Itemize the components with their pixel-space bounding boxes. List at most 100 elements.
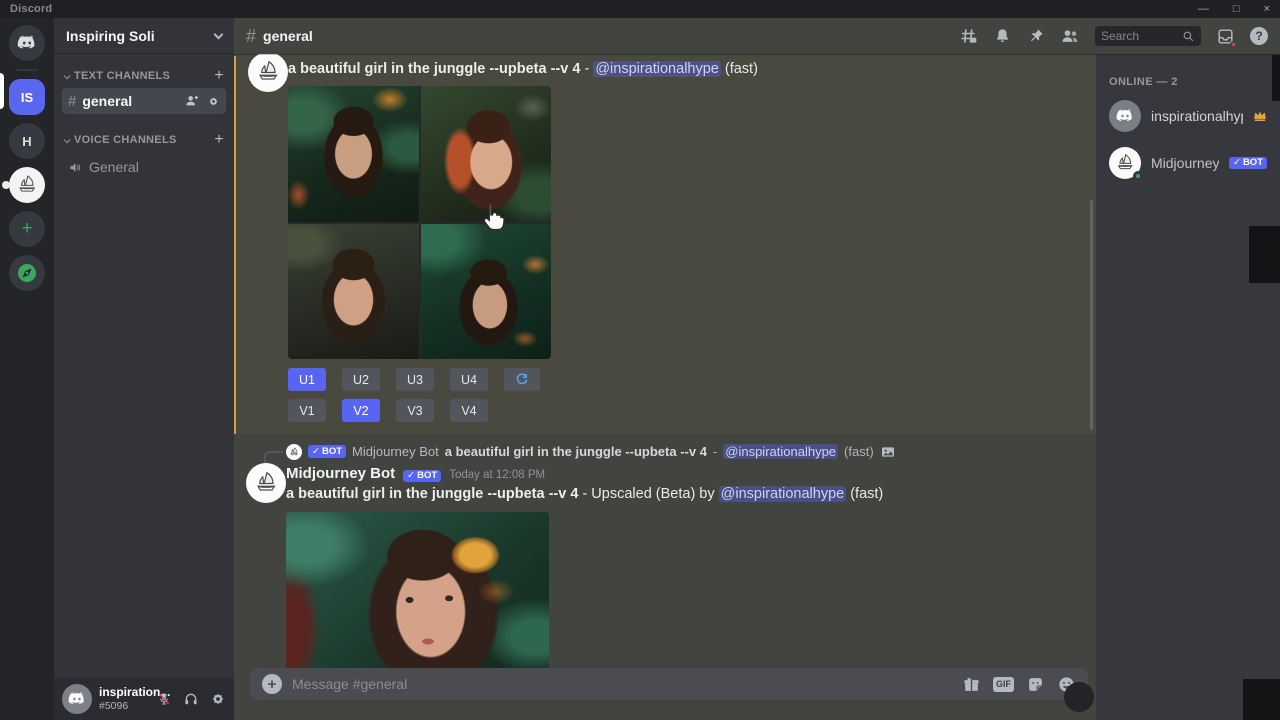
sticker-icon[interactable] — [1026, 675, 1045, 694]
hash-icon: # — [246, 26, 256, 47]
help-icon[interactable]: ? — [1250, 27, 1268, 45]
upscale-3-button[interactable]: U3 — [396, 368, 434, 391]
variation-1-button[interactable]: V1 — [288, 399, 326, 422]
user-mention[interactable]: @inspirationalhype — [719, 486, 847, 502]
avatar[interactable] — [248, 54, 288, 92]
bot-badge: ✓BOT — [403, 470, 441, 483]
add-channel-button[interactable]: + — [214, 134, 224, 146]
avatar[interactable] — [62, 684, 92, 714]
explore-servers-button[interactable] — [9, 255, 45, 291]
home-button[interactable] — [9, 25, 45, 61]
notifications-bell-icon[interactable] — [993, 27, 1012, 46]
create-invite-icon[interactable] — [185, 94, 199, 108]
reroll-button[interactable] — [504, 368, 540, 391]
search-icon — [1182, 30, 1195, 43]
server-name: Inspiring Soli — [66, 28, 155, 44]
prompt-text: a beautiful girl in the junggle --upbeta… — [288, 61, 580, 77]
reply-author[interactable]: Midjourney Bot — [352, 444, 439, 459]
user-panel: inspiration... #5096 — [54, 678, 234, 720]
headphones-icon[interactable] — [183, 691, 199, 707]
server-header[interactable]: Inspiring Soli — [54, 18, 234, 54]
screen-artifact — [1249, 226, 1280, 283]
channel-title: general — [263, 28, 313, 44]
upscale-1-button[interactable]: U1 — [288, 368, 326, 391]
chat-area: a beautiful girl in the junggle --upbeta… — [234, 54, 1096, 720]
timestamp: Today at 12:08 PM — [449, 469, 545, 481]
avatar — [1109, 100, 1141, 132]
channel-item-general[interactable]: # general — [62, 88, 226, 114]
add-attachment-icon[interactable]: + — [262, 674, 282, 694]
window-titlebar: Discord — □ × — [0, 0, 1280, 18]
rail-divider — [16, 69, 38, 71]
message-grid-result: a beautiful girl in the junggle --upbeta… — [236, 60, 1096, 422]
chevron-down-icon — [64, 136, 71, 143]
maximize-button[interactable]: □ — [1233, 0, 1240, 18]
server-icon-h[interactable]: H — [9, 123, 45, 159]
image-quadrant-3[interactable] — [288, 224, 419, 360]
channel-name: general — [82, 93, 132, 109]
add-channel-button[interactable]: + — [214, 70, 224, 82]
image-quadrant-1[interactable] — [288, 86, 419, 222]
avatar — [1109, 147, 1141, 179]
server-icon-midjourney[interactable] — [9, 167, 45, 203]
upscale-2-button[interactable]: U2 — [342, 368, 380, 391]
user-mention[interactable]: @inspirationalhype — [723, 444, 838, 459]
message-input[interactable] — [292, 676, 952, 692]
fast-label: (fast) — [846, 486, 883, 502]
selected-server-indicator — [0, 73, 4, 109]
search-box[interactable] — [1095, 26, 1201, 46]
image-quadrant-4[interactable] — [421, 224, 552, 360]
close-button[interactable]: × — [1264, 0, 1270, 18]
chat-scrollbar[interactable] — [1090, 200, 1093, 430]
user-settings-gear-icon[interactable] — [210, 691, 226, 707]
discord-logo-icon — [16, 32, 38, 54]
generated-image-grid[interactable] — [288, 86, 551, 359]
message-input-bar: + GIF — [250, 668, 1088, 700]
app-title: Discord — [10, 3, 52, 15]
search-input[interactable] — [1101, 29, 1178, 43]
member-row-midjourney-bot[interactable]: Midjourney Bot ✓BOT — [1104, 144, 1272, 182]
message-upscaled-result: ✓BOT Midjourney Bot a beautiful girl in … — [234, 443, 1096, 678]
server-rail: IS H + — [0, 18, 54, 720]
upscale-4-button[interactable]: U4 — [450, 368, 488, 391]
member-row-inspirationalhype[interactable]: inspirationalhype — [1104, 97, 1272, 135]
pinned-messages-icon[interactable] — [1027, 27, 1045, 45]
channel-settings-gear-icon[interactable] — [207, 95, 220, 108]
member-name: Midjourney Bot — [1151, 155, 1219, 171]
text-channels-section-header[interactable]: TEXT CHANNELS + — [54, 70, 234, 82]
member-list-toggle-icon[interactable] — [1060, 26, 1080, 46]
prompt-text: a beautiful girl in the junggle --upbeta… — [286, 486, 578, 502]
message-stream: a beautiful girl in the junggle --upbeta… — [234, 54, 1096, 720]
online-section-header: ONLINE — 2 — [1096, 76, 1280, 88]
gift-icon[interactable] — [962, 675, 981, 694]
current-username: inspiration... — [99, 686, 149, 700]
emoji-picker-icon[interactable] — [1057, 675, 1076, 694]
minimize-button[interactable]: — — [1198, 0, 1209, 18]
variation-4-button[interactable]: V4 — [450, 399, 488, 422]
compass-icon — [15, 261, 39, 285]
threads-icon[interactable] — [958, 26, 978, 46]
variation-2-button[interactable]: V2 — [342, 399, 380, 422]
image-quadrant-2[interactable] — [421, 86, 552, 222]
avatar[interactable] — [246, 463, 286, 503]
reply-reference[interactable]: ✓BOT Midjourney Bot a beautiful girl in … — [286, 443, 1096, 460]
owner-crown-icon — [1253, 110, 1267, 122]
message-author[interactable]: Midjourney Bot — [286, 465, 395, 482]
chevron-down-icon — [64, 72, 71, 79]
server-icon-inspiring-soli[interactable]: IS — [9, 79, 45, 115]
upscaled-image[interactable] — [286, 512, 549, 678]
refresh-icon — [514, 372, 530, 388]
channel-name: General — [89, 159, 139, 175]
gif-picker-icon[interactable]: GIF — [993, 677, 1014, 692]
microphone-muted-icon[interactable] — [156, 691, 172, 707]
unread-indicator — [2, 181, 10, 189]
voice-channels-section-header[interactable]: VOICE CHANNELS + — [54, 134, 234, 146]
add-server-button[interactable]: + — [9, 211, 45, 247]
member-list: ONLINE — 2 inspirationalhype — [1096, 54, 1280, 720]
inbox-icon[interactable] — [1216, 27, 1235, 46]
hash-icon: # — [68, 93, 76, 110]
voice-channel-item-general[interactable]: General — [62, 154, 226, 180]
channel-header-bar: # general — [234, 18, 1280, 54]
user-mention[interactable]: @inspirationalhype — [593, 61, 721, 77]
variation-3-button[interactable]: V3 — [396, 399, 434, 422]
